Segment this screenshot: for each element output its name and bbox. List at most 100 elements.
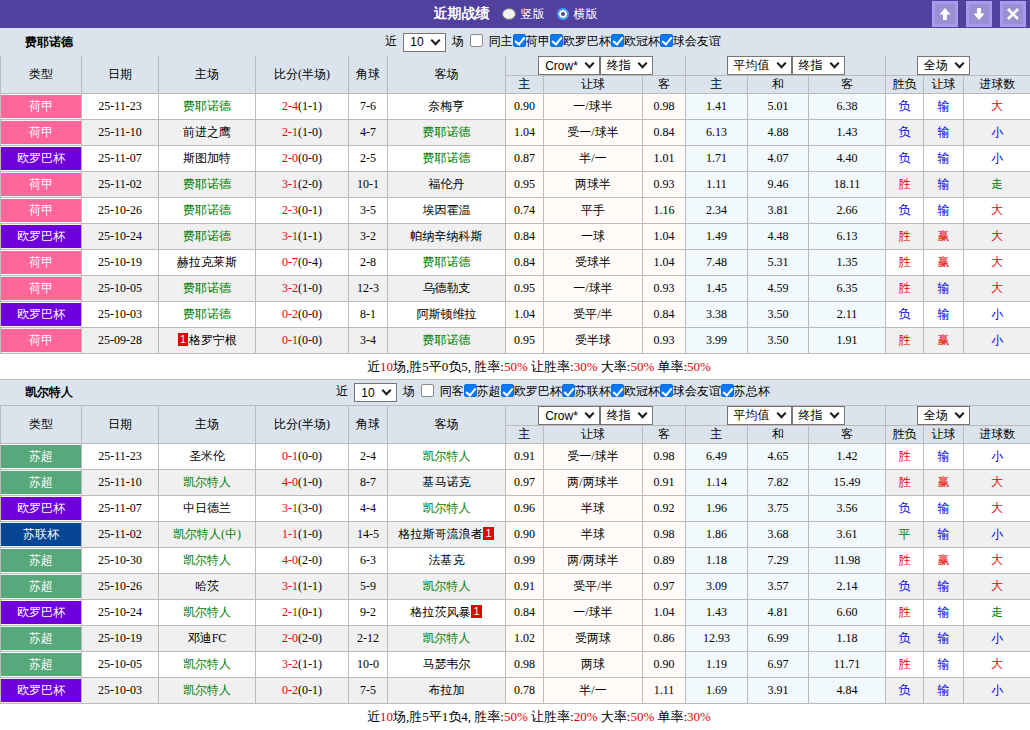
provider-select[interactable]: Crow*	[538, 56, 600, 75]
league-checkbox-0[interactable]	[464, 384, 477, 397]
result-handicap-cell: 输	[924, 496, 964, 522]
result-outcome-cell: 胜	[886, 172, 924, 198]
league-checkbox-5[interactable]	[721, 384, 734, 397]
date-cell: 25-10-05	[82, 652, 159, 678]
match-row: 荷甲25-11-10前进之鹰2-1(1-0)4-7费耶诺德1.04受一/球半0.…	[1, 120, 1030, 146]
league-badge: 欧罗巴杯	[1, 497, 81, 520]
odds-home-cell: 0.95	[506, 328, 544, 354]
odds-home-cell: 1.04	[506, 120, 544, 146]
close-icon	[1006, 7, 1020, 21]
match-row: 苏超25-11-10凯尔特人4-0(1-0)8-7基马诺克0.97两/两球半0.…	[1, 470, 1030, 496]
league-checkbox-3[interactable]	[660, 34, 673, 47]
sub-header-9: 主	[686, 426, 748, 444]
full-time-score: 2-3	[282, 203, 298, 217]
full-time-score: 3-1	[282, 177, 298, 191]
away-team-name: 奈梅亨	[429, 99, 465, 113]
provider-final-select[interactable]: 终指	[600, 406, 653, 425]
home-team-name: 凯尔特人	[183, 605, 231, 619]
odds-group-header: Crow* 终指	[506, 406, 686, 426]
average-select[interactable]: 平均值	[727, 56, 792, 75]
radio-vertical-dot[interactable]	[502, 8, 516, 20]
match-row: 苏超25-11-23圣米伦0-1(0-0)2-4凯尔特人0.91受一/球半0.9…	[1, 444, 1030, 470]
home-team-cell: 斯图加特	[159, 146, 256, 172]
close-button[interactable]	[1000, 1, 1026, 27]
scope-select[interactable]: 全场	[917, 406, 970, 425]
col-header-4: 角球	[349, 406, 388, 444]
scope-select-value: 全场	[924, 57, 948, 74]
odds-home-cell: 0.98	[506, 652, 544, 678]
match-row: 欧罗巴杯25-10-24费耶诺德3-1(1-1)3-2帕纳辛纳科斯0.84一球1…	[1, 224, 1030, 250]
full-time-score: 0-2	[282, 307, 298, 321]
score-cell: 3-1(3-0)	[256, 496, 349, 522]
scope-select[interactable]: 全场	[917, 56, 970, 75]
league-cell: 荷甲	[1, 276, 82, 302]
summary-value: 30%	[574, 359, 598, 374]
score-cell: 3-1(1-1)	[256, 574, 349, 600]
radio-vertical[interactable]: 竖版	[502, 6, 545, 23]
odds-handicap-cell: 受平/半	[544, 302, 643, 328]
match-row: 荷甲25-09-281格罗宁根0-1(0-0)3-4费耶诺德0.95受半球0.9…	[1, 328, 1030, 354]
odds-handicap-cell: 两球	[544, 652, 643, 678]
average-select[interactable]: 平均值	[727, 406, 792, 425]
league-checkbox-2[interactable]	[611, 34, 624, 47]
sub-header-14: 进球数	[964, 426, 1030, 444]
league-badge: 荷甲	[1, 251, 81, 274]
provider-final-select[interactable]: 终指	[600, 56, 653, 75]
provider-final-select-value: 终指	[607, 407, 631, 424]
provider-select[interactable]: Crow*	[538, 406, 600, 425]
score-cell: 0-2(0-1)	[256, 678, 349, 704]
filter-controls: 近10场同主荷甲欧罗巴杯欧冠杯球会友谊	[0, 33, 1030, 52]
league-checkbox-4[interactable]	[660, 384, 673, 397]
half-time-score: (0-4)	[298, 255, 322, 269]
half-time-score: (0-1)	[298, 683, 322, 697]
away-team-name: 格拉斯哥流浪者	[398, 527, 482, 541]
odds-home-cell: 0.91	[506, 444, 544, 470]
home-team-cell: 凯尔特人	[159, 600, 256, 626]
radio-horizontal[interactable]: 横版	[557, 6, 598, 23]
avg-away-cell: 6.13	[809, 224, 886, 250]
match-row: 荷甲25-10-26费耶诺德2-3(0-1)3-5埃因霍温0.74平手1.162…	[1, 198, 1030, 224]
avg-draw-cell: 3.81	[748, 198, 809, 224]
average-final-select-value: 终指	[799, 407, 823, 424]
league-checkbox-1[interactable]	[501, 384, 514, 397]
league-cell: 欧罗巴杯	[1, 678, 82, 704]
sub-header-6: 主	[506, 76, 544, 94]
league-cell: 苏超	[1, 444, 82, 470]
full-time-score: 3-1	[282, 501, 298, 515]
result-outcome-cell: 负	[886, 302, 924, 328]
result-outcome-cell: 胜	[886, 276, 924, 302]
away-team-cell: 基马诺克	[388, 470, 506, 496]
half-time-score: (1-0)	[298, 125, 322, 139]
away-team-name: 帕纳辛纳科斯	[411, 229, 483, 243]
odds-handicap-cell: 一/球半	[544, 276, 643, 302]
move-down-button[interactable]	[966, 1, 992, 27]
odds-home-cell: 1.04	[506, 302, 544, 328]
caret-icon	[829, 59, 839, 69]
league-checkbox-3[interactable]	[611, 384, 624, 397]
league-cell: 苏联杯	[1, 522, 82, 548]
summary-line: 近10场,胜5平0负5, 胜率:50% 让胜率:30% 大率:50% 单率:50…	[0, 354, 1030, 379]
league-checkbox-1[interactable]	[550, 34, 563, 47]
result-group-header: 全场	[886, 56, 1030, 76]
league-checkbox-0[interactable]	[513, 34, 526, 47]
radio-horizontal-dot[interactable]	[557, 8, 569, 20]
avg-home-cell: 1.71	[686, 146, 748, 172]
games-count-select[interactable]: 10	[354, 383, 396, 402]
summary-text: 让胜率:	[528, 709, 574, 724]
average-final-select[interactable]: 终指	[792, 56, 845, 75]
half-time-score: (1-0)	[298, 527, 322, 541]
sub-header-6: 主	[506, 426, 544, 444]
sub-header-7: 让球	[544, 76, 643, 94]
corner-cell: 9-2	[349, 600, 388, 626]
average-final-select[interactable]: 终指	[792, 406, 845, 425]
games-count-select[interactable]: 10	[403, 33, 445, 52]
league-checkbox-2[interactable]	[562, 384, 575, 397]
same-venue-checkbox[interactable]	[470, 34, 483, 47]
filter-controls: 近10场同客苏超欧罗巴杯苏联杯欧冠杯球会友谊苏总杯	[0, 383, 1030, 402]
full-time-score: 4-0	[282, 475, 298, 489]
league-badge: 欧罗巴杯	[1, 679, 81, 702]
move-up-button[interactable]	[932, 1, 958, 27]
home-team-cell: 费耶诺德	[159, 224, 256, 250]
same-venue-checkbox[interactable]	[421, 384, 434, 397]
odds-away-cell: 1.04	[643, 600, 686, 626]
